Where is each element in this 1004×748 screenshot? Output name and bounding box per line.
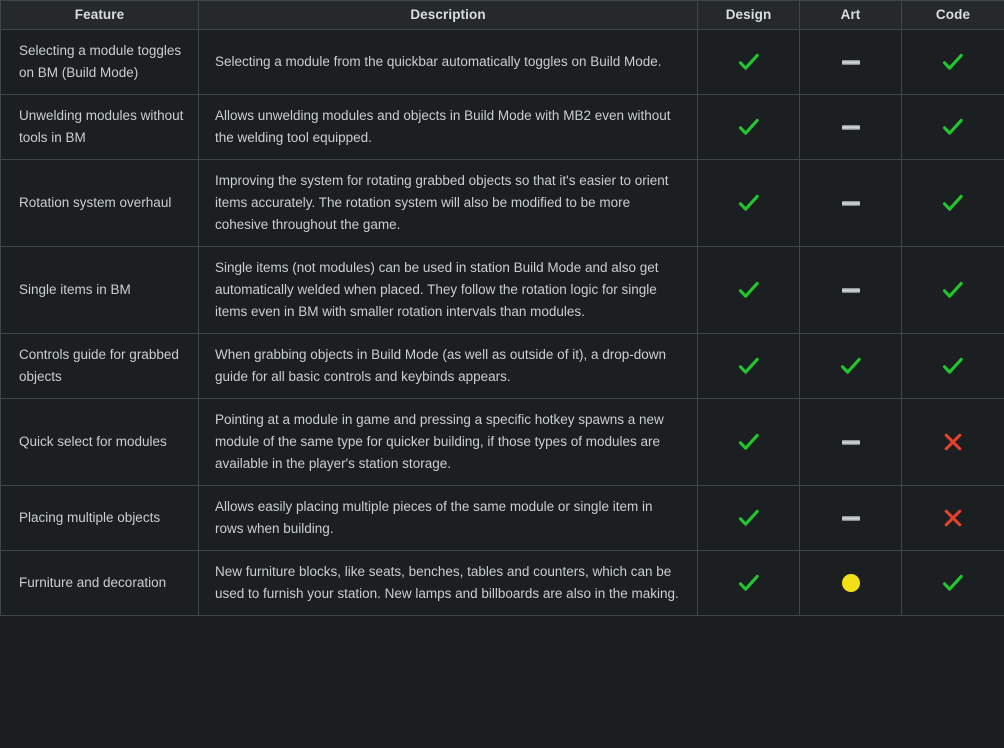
- feature-name-cell: Selecting a module toggles on BM (Build …: [0, 29, 199, 95]
- dash-icon: [841, 200, 860, 206]
- check-icon: [738, 193, 760, 213]
- cross-icon: [943, 508, 963, 528]
- art-status-cell: [799, 333, 902, 399]
- feature-name-cell: Furniture and decoration: [0, 550, 199, 616]
- circle-icon: [841, 574, 860, 593]
- code-status-cell: [901, 246, 1004, 334]
- feature-description-cell: Pointing at a module in game and pressin…: [198, 398, 698, 486]
- code-status-cell: [901, 29, 1004, 95]
- column-header-design: Design: [697, 0, 800, 30]
- check-icon: [942, 52, 964, 72]
- code-status-cell: [901, 550, 1004, 616]
- design-status-cell: [697, 398, 800, 486]
- table-header: Feature Description Design Art Code: [0, 0, 1004, 30]
- code-status-cell: [901, 94, 1004, 160]
- check-icon: [942, 117, 964, 137]
- table-row: Furniture and decoration New furniture bl…: [0, 550, 1004, 616]
- check-icon: [738, 432, 760, 452]
- table-row: Single items in BM Single items (not modu…: [0, 246, 1004, 334]
- feature-roadmap-table: Feature Description Design Art Code Sele…: [0, 0, 1004, 616]
- art-status-cell: [799, 29, 902, 95]
- check-icon: [942, 573, 964, 593]
- table-row: Rotation system overhaul Improving the sy…: [0, 159, 1004, 247]
- table-row: Unwelding modules without tools in BM All…: [0, 94, 1004, 160]
- check-icon: [738, 52, 760, 72]
- design-status-cell: [697, 159, 800, 247]
- check-icon: [840, 356, 862, 376]
- code-status-cell: [901, 485, 1004, 551]
- feature-description-cell: Selecting a module from the quickbar aut…: [198, 29, 698, 95]
- feature-description-cell: Allows unwelding modules and objects in …: [198, 94, 698, 160]
- dash-icon: [841, 515, 860, 521]
- feature-name-cell: Controls guide for grabbed objects: [0, 333, 199, 399]
- feature-description-cell: Single items (not modules) can be used i…: [198, 246, 698, 334]
- table-row: Selecting a module toggles on BM (Build …: [0, 29, 1004, 95]
- cross-icon: [943, 432, 963, 452]
- code-status-cell: [901, 333, 1004, 399]
- feature-description-cell: Improving the system for rotating grabbe…: [198, 159, 698, 247]
- feature-name-cell: Single items in BM: [0, 246, 199, 334]
- feature-description-cell: New furniture blocks, like seats, benche…: [198, 550, 698, 616]
- feature-name-cell: Rotation system overhaul: [0, 159, 199, 247]
- dash-icon: [841, 59, 860, 65]
- design-status-cell: [697, 485, 800, 551]
- design-status-cell: [697, 29, 800, 95]
- feature-name-cell: Placing multiple objects: [0, 485, 199, 551]
- check-icon: [738, 356, 760, 376]
- check-icon: [942, 280, 964, 300]
- feature-description-cell: Allows easily placing multiple pieces of…: [198, 485, 698, 551]
- check-icon: [738, 280, 760, 300]
- check-icon: [738, 117, 760, 137]
- check-icon: [942, 193, 964, 213]
- art-status-cell: [799, 485, 902, 551]
- table-header-row: Feature Description Design Art Code: [0, 0, 1004, 30]
- design-status-cell: [697, 94, 800, 160]
- check-icon: [942, 356, 964, 376]
- dash-icon: [841, 287, 860, 293]
- feature-name-cell: Quick select for modules: [0, 398, 199, 486]
- table-body: Selecting a module toggles on BM (Build …: [0, 29, 1004, 616]
- code-status-cell: [901, 159, 1004, 247]
- table-row: Placing multiple objects Allows easily pl…: [0, 485, 1004, 551]
- dash-icon: [841, 439, 860, 445]
- design-status-cell: [697, 333, 800, 399]
- art-status-cell: [799, 398, 902, 486]
- art-status-cell: [799, 246, 902, 334]
- check-icon: [738, 508, 760, 528]
- check-icon: [738, 573, 760, 593]
- column-header-feature: Feature: [0, 0, 199, 30]
- column-header-art: Art: [799, 0, 902, 30]
- table-row: Controls guide for grabbed objects When g…: [0, 333, 1004, 399]
- dash-icon: [841, 124, 860, 130]
- art-status-cell: [799, 94, 902, 160]
- art-status-cell: [799, 159, 902, 247]
- column-header-code: Code: [901, 0, 1004, 30]
- design-status-cell: [697, 246, 800, 334]
- feature-description-cell: When grabbing objects in Build Mode (as …: [198, 333, 698, 399]
- table-row: Quick select for modules Pointing at a mo…: [0, 398, 1004, 486]
- code-status-cell: [901, 398, 1004, 486]
- design-status-cell: [697, 550, 800, 616]
- column-header-description: Description: [198, 0, 698, 30]
- feature-name-cell: Unwelding modules without tools in BM: [0, 94, 199, 160]
- art-status-cell: [799, 550, 902, 616]
